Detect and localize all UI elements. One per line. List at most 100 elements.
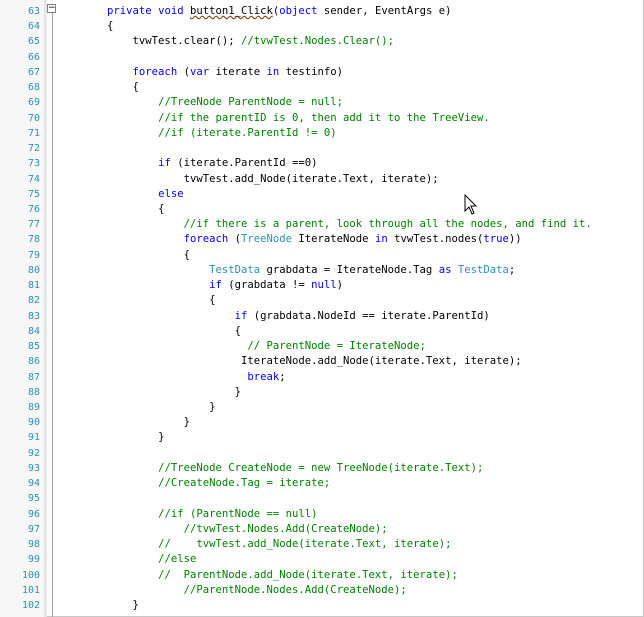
line-number: 102 xyxy=(21,599,40,611)
code-token: grabdata = IterateNode.Tag xyxy=(266,263,439,276)
code-line[interactable]: //else xyxy=(56,552,196,567)
code-token: } xyxy=(158,431,165,444)
code-token: (grabdata != xyxy=(228,279,312,292)
code-line[interactable]: //ParentNode.Nodes.Add(CreateNode); xyxy=(56,583,407,598)
code-keyword: break xyxy=(247,370,280,383)
line-number: 89 xyxy=(27,401,40,413)
line-number: 76 xyxy=(27,203,40,215)
code-comment: //tvwTest.Nodes.Add(CreateNode); xyxy=(183,522,388,535)
code-token: iterate xyxy=(215,65,267,78)
code-line[interactable]: if (grabdata.NodeId == iterate.ParentId) xyxy=(56,309,490,324)
code-keyword: void xyxy=(158,5,190,17)
code-line[interactable]: // tvwTest.add_Node(iterate.Text, iterat… xyxy=(56,537,451,552)
code-line[interactable]: foreach (var iterate in testinfo) xyxy=(56,65,344,80)
code-line[interactable]: } xyxy=(56,400,215,415)
code-line[interactable]: } xyxy=(56,415,190,430)
code-line[interactable]: { xyxy=(56,80,139,95)
code-line[interactable]: //if there is a parent, look through all… xyxy=(56,217,592,232)
code-token: IterateNode.add_Node(iterate.Text, itera… xyxy=(240,355,522,368)
code-line[interactable]: TestData grabdata = IterateNode.Tag as T… xyxy=(56,263,515,278)
line-number: 73 xyxy=(27,158,40,170)
code-line[interactable]: { xyxy=(56,202,164,217)
code-line[interactable]: //tvwTest.Nodes.Add(CreateNode); xyxy=(56,522,388,537)
code-keyword: true xyxy=(483,233,509,246)
code-line[interactable]: //if (ParentNode == null) xyxy=(56,507,317,522)
line-number: 94 xyxy=(27,478,40,490)
code-keyword: if xyxy=(209,279,229,292)
code-comment: //else xyxy=(158,553,197,566)
code-line[interactable]: foreach (TreeNode IterateNode in tvwTest… xyxy=(56,232,522,247)
code-token: { xyxy=(132,81,139,94)
code-token: tvwTest.nodes( xyxy=(394,233,484,246)
code-token: sender, EventArgs e) xyxy=(317,5,452,17)
code-line[interactable]: else xyxy=(56,187,184,202)
code-line[interactable]: //if the parentID is 0, then add it to t… xyxy=(56,111,490,126)
line-number: 69 xyxy=(27,97,40,109)
outlining-bar xyxy=(52,11,53,617)
code-line[interactable]: private void button1_Click(object sender… xyxy=(56,4,451,19)
code-keyword: in xyxy=(266,65,286,78)
code-line[interactable]: } xyxy=(56,598,139,613)
line-number: 64 xyxy=(27,21,40,33)
code-line[interactable]: //TreeNode ParentNode = null; xyxy=(56,95,343,110)
code-keyword: foreach xyxy=(183,233,235,246)
code-editor[interactable]: − 63 64 65 66 67 68 69 70 71 72 73 74 75 76 77 78 79 80 81… xyxy=(0,0,644,617)
code-keyword: if xyxy=(158,157,178,170)
code-line[interactable]: tvwTest.add_Node(iterate.Text, iterate); xyxy=(56,172,439,187)
line-number: 99 xyxy=(27,554,40,566)
code-line[interactable]: //if (iterate.ParentId != 0) xyxy=(56,126,337,141)
collapse-toggle-icon[interactable]: − xyxy=(47,4,56,13)
code-token: (grabdata.NodeId == iterate.ParentId) xyxy=(253,309,490,322)
code-keyword: private xyxy=(107,5,159,17)
line-number: 97 xyxy=(27,523,40,535)
code-line[interactable]: if (grabdata != null) xyxy=(56,278,343,293)
code-comment: //if the parentID is 0, then add it to t… xyxy=(158,111,490,124)
code-line[interactable]: } xyxy=(56,385,241,400)
code-line[interactable]: { xyxy=(56,293,215,308)
code-keyword: else xyxy=(158,187,184,200)
code-line[interactable]: tvwTest.clear(); //tvwTest.Nodes.Clear()… xyxy=(56,34,395,49)
line-number: 67 xyxy=(27,66,40,78)
code-line[interactable]: { xyxy=(56,248,190,263)
code-line[interactable]: } xyxy=(56,430,164,445)
code-keyword: if xyxy=(234,309,254,322)
code-line[interactable]: //CreateNode.Tag = iterate; xyxy=(56,476,330,491)
line-number: 84 xyxy=(27,325,40,337)
code-line[interactable]: //TreeNode CreateNode = new TreeNode(ite… xyxy=(56,461,483,476)
code-token: tvwTest.clear(); xyxy=(132,35,241,48)
code-line[interactable]: if (iterate.ParentId ==0) xyxy=(56,156,318,171)
code-line[interactable]: { xyxy=(56,19,113,34)
code-comment: //TreeNode ParentNode = null; xyxy=(158,96,344,109)
line-number: 101 xyxy=(21,584,40,596)
code-token: (iterate.ParentId ==0) xyxy=(177,157,318,170)
line-number: 87 xyxy=(27,371,40,383)
line-number: 90 xyxy=(27,417,40,429)
code-line[interactable]: break; xyxy=(56,370,285,385)
code-line[interactable]: // ParentNode.add_Node(iterate.Text, ite… xyxy=(56,568,458,583)
code-keyword: var xyxy=(189,65,216,78)
code-line[interactable]: // ParentNode = IterateNode; xyxy=(56,339,426,354)
code-line[interactable]: { xyxy=(56,324,241,339)
code-keyword: null xyxy=(311,279,337,292)
code-line[interactable]: IterateNode.add_Node(iterate.Text, itera… xyxy=(56,354,522,369)
